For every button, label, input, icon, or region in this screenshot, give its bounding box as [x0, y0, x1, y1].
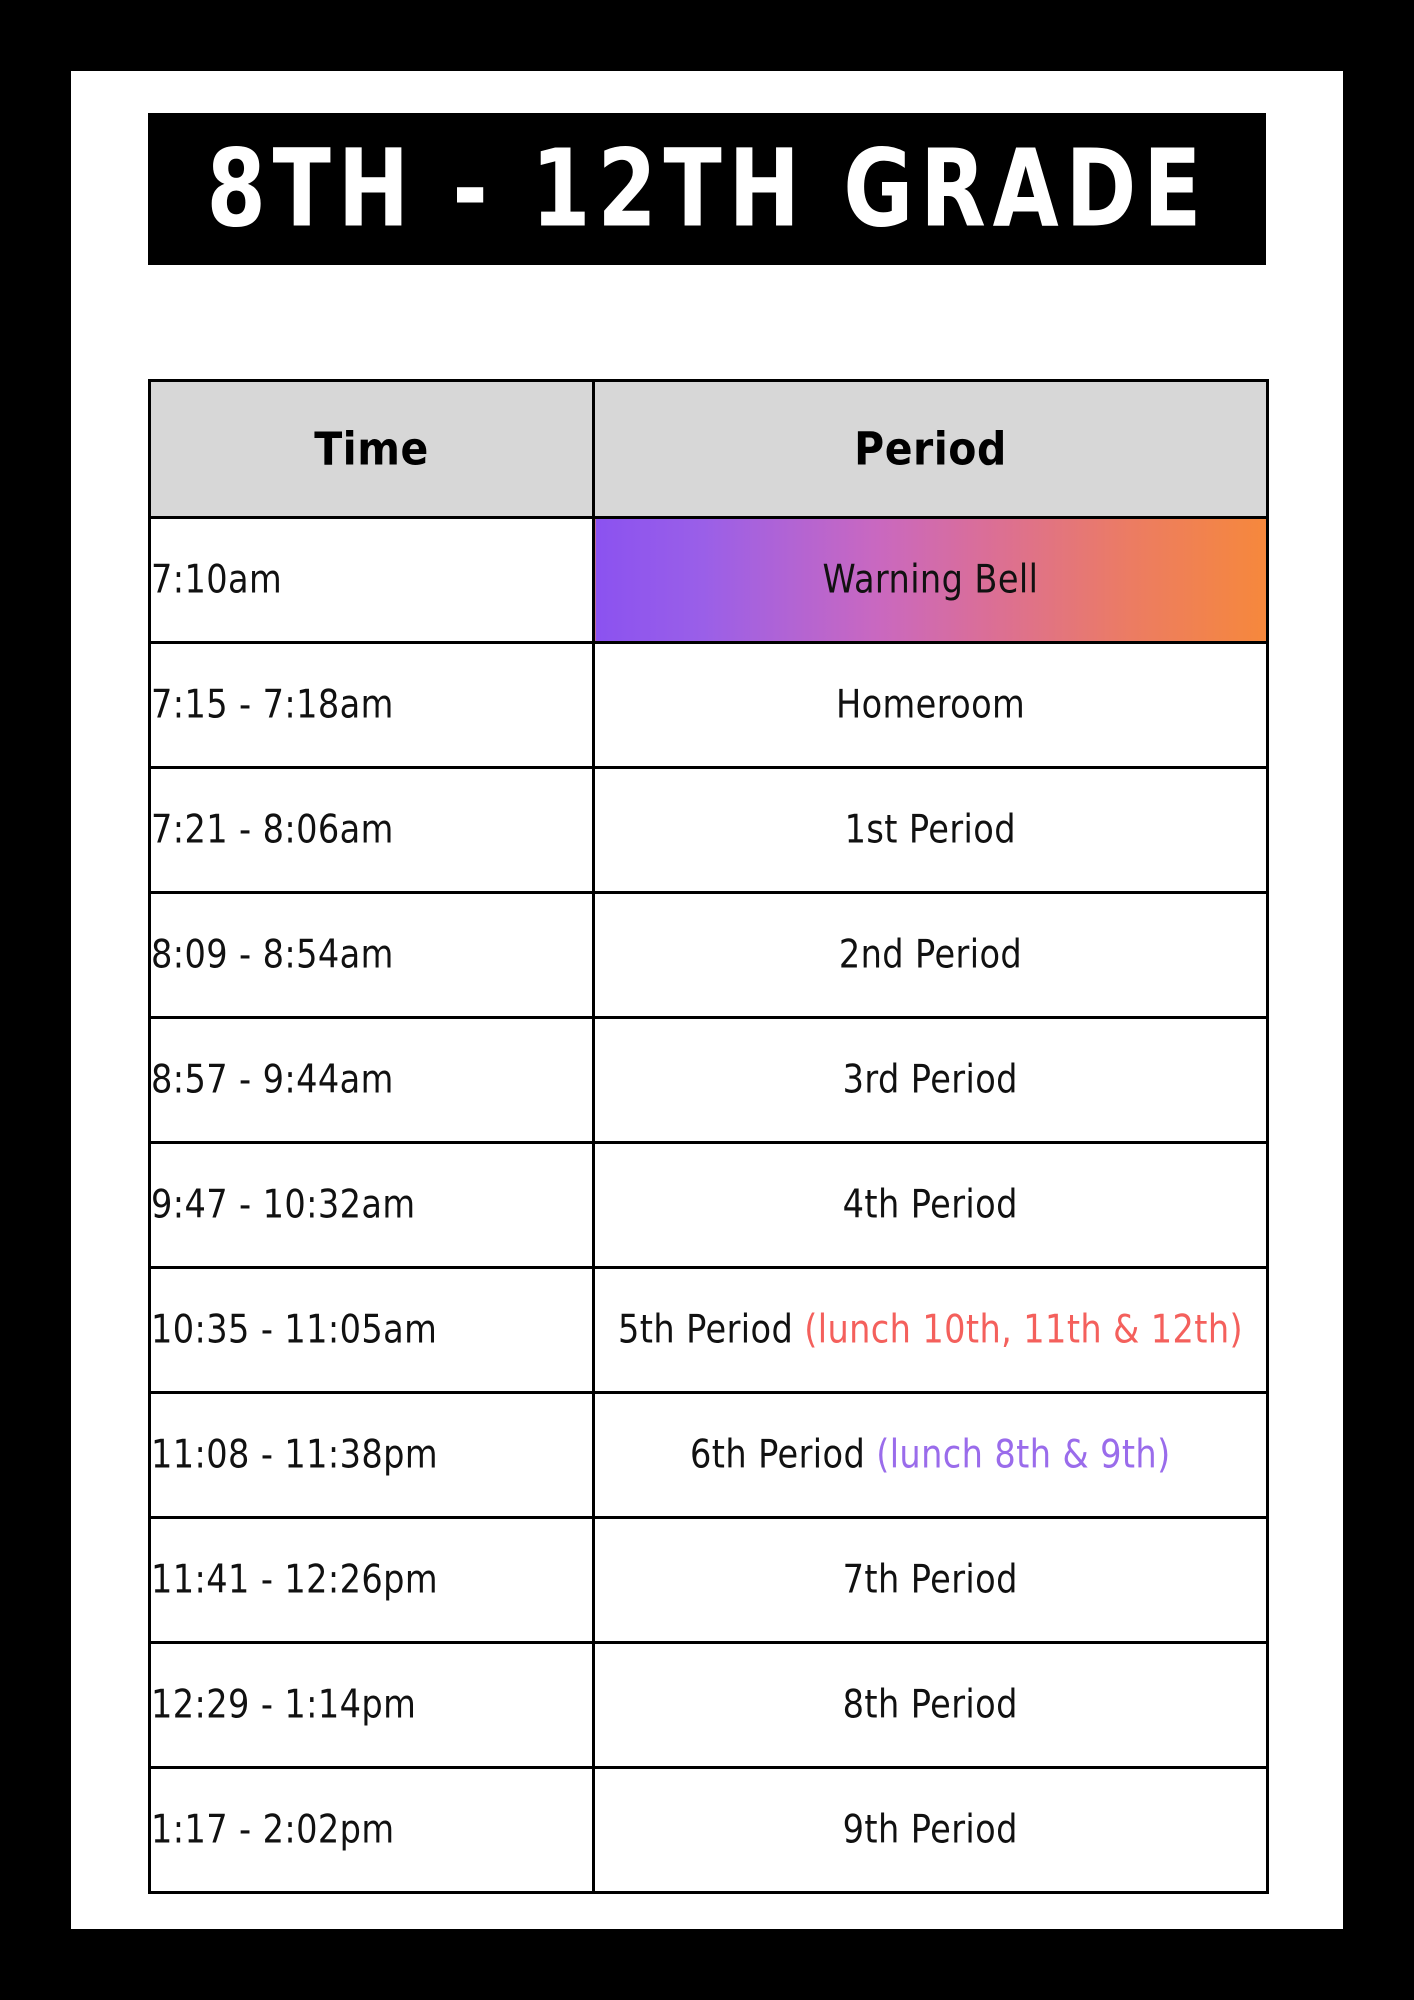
period-text: 3rd Period — [843, 1058, 1018, 1103]
cell-period: 2nd Period — [592, 891, 1269, 1019]
cell-period: 3rd Period — [592, 1016, 1269, 1144]
poster-frame: 8TH - 12TH GRADE Time Period 7:10am Warni… — [0, 0, 1414, 2000]
cell-time: 10:35 - 11:05am — [148, 1266, 595, 1394]
period-name: 9th Period — [842, 1807, 1019, 1853]
cell-period: 5th Period (lunch 10th, 11th & 12th) — [592, 1266, 1269, 1394]
period-text: 8th Period — [843, 1683, 1018, 1728]
cell-time: 9:47 - 10:32am — [148, 1141, 595, 1269]
period-name: Homeroom — [835, 682, 1026, 728]
cell-period: Homeroom — [592, 641, 1269, 769]
table-row: 10:35 - 11:05am 5th Period (lunch 10th, 1… — [148, 1266, 1269, 1394]
lunch-note: (lunch 10th, 11th & 12th) — [804, 1307, 1243, 1353]
cell-period: 4th Period — [592, 1141, 1269, 1269]
period-name: 1st Period — [844, 807, 1017, 853]
cell-time: 7:21 - 8:06am — [148, 766, 595, 894]
table-row: 8:09 - 8:54am 2nd Period — [148, 891, 1269, 1019]
cell-period: 8th Period — [592, 1641, 1269, 1769]
period-text: 7th Period — [843, 1558, 1018, 1603]
lunch-note: (lunch 8th & 9th) — [876, 1432, 1171, 1478]
time-value: 7:15 - 7:18am — [151, 682, 394, 728]
period-name: 3rd Period — [842, 1057, 1019, 1103]
schedule-table-body: 7:10am Warning Bell 7:15 - 7:18am Homeroom 7… — [148, 516, 1269, 1894]
time-value: 7:10am — [151, 557, 283, 603]
period-text: 4th Period — [843, 1183, 1018, 1228]
table-row: 7:10am Warning Bell — [148, 516, 1269, 644]
period-name: 5th Period — [617, 1307, 794, 1353]
period-text: 9th Period — [843, 1808, 1018, 1853]
title-banner: 8TH - 12TH GRADE — [148, 113, 1266, 265]
cell-time: 8:57 - 9:44am — [148, 1016, 595, 1144]
table-row: 1:17 - 2:02pm 9th Period — [148, 1766, 1269, 1894]
cell-time: 8:09 - 8:54am — [148, 891, 595, 1019]
cell-time: 7:10am — [148, 516, 595, 644]
time-value: 7:21 - 8:06am — [151, 807, 394, 853]
period-text: Homeroom — [836, 683, 1025, 728]
time-value: 10:35 - 11:05am — [151, 1307, 438, 1353]
table-row: 9:47 - 10:32am 4th Period — [148, 1141, 1269, 1269]
time-value: 12:29 - 1:14pm — [151, 1682, 417, 1728]
table-row: 7:15 - 7:18am Homeroom — [148, 641, 1269, 769]
cell-time: 12:29 - 1:14pm — [148, 1641, 595, 1769]
time-value: 11:41 - 12:26pm — [151, 1557, 438, 1603]
period-text: 6th Period (lunch 8th & 9th) — [690, 1433, 1171, 1478]
period-name: 8th Period — [842, 1682, 1019, 1728]
cell-time: 11:08 - 11:38pm — [148, 1391, 595, 1519]
page-title: 8TH - 12TH GRADE — [206, 125, 1208, 252]
cell-period: 6th Period (lunch 8th & 9th) — [592, 1391, 1269, 1519]
cell-time: 11:41 - 12:26pm — [148, 1516, 595, 1644]
period-text: 5th Period (lunch 10th, 11th & 12th) — [618, 1308, 1243, 1353]
period-text: 1st Period — [845, 808, 1016, 853]
table-row: 8:57 - 9:44am 3rd Period — [148, 1016, 1269, 1144]
column-header-period: Period — [592, 379, 1269, 519]
time-value: 1:17 - 2:02pm — [151, 1807, 395, 1853]
table-row: 11:41 - 12:26pm 7th Period — [148, 1516, 1269, 1644]
table-row: 12:29 - 1:14pm 8th Period — [148, 1641, 1269, 1769]
period-text: Warning Bell — [823, 558, 1039, 603]
cell-period-highlighted: Warning Bell — [592, 516, 1269, 644]
period-name: 4th Period — [842, 1182, 1019, 1228]
period-text: 2nd Period — [839, 933, 1022, 978]
period-name: 7th Period — [842, 1557, 1019, 1603]
time-value: 8:57 - 9:44am — [151, 1057, 394, 1103]
column-header-time: Time — [148, 379, 595, 519]
period-name: 2nd Period — [838, 932, 1023, 978]
column-header-time-label: Time — [314, 422, 429, 476]
period-name: 6th Period — [690, 1432, 866, 1478]
time-value: 11:08 - 11:38pm — [151, 1432, 438, 1478]
cell-time: 1:17 - 2:02pm — [148, 1766, 595, 1894]
cell-period: 7th Period — [592, 1516, 1269, 1644]
table-header-row: Time Period — [148, 379, 1269, 519]
cell-time: 7:15 - 7:18am — [148, 641, 595, 769]
column-header-period-label: Period — [854, 422, 1007, 476]
cell-period: 9th Period — [592, 1766, 1269, 1894]
table-row: 7:21 - 8:06am 1st Period — [148, 766, 1269, 894]
schedule-table: Time Period 7:10am Warning Bell 7:15 - 7:1… — [148, 379, 1269, 1894]
time-value: 8:09 - 8:54am — [151, 932, 394, 978]
table-row: 11:08 - 11:38pm 6th Period (lunch 8th & 9… — [148, 1391, 1269, 1519]
cell-period: 1st Period — [592, 766, 1269, 894]
time-value: 9:47 - 10:32am — [151, 1182, 416, 1228]
period-name: Warning Bell — [822, 557, 1039, 603]
